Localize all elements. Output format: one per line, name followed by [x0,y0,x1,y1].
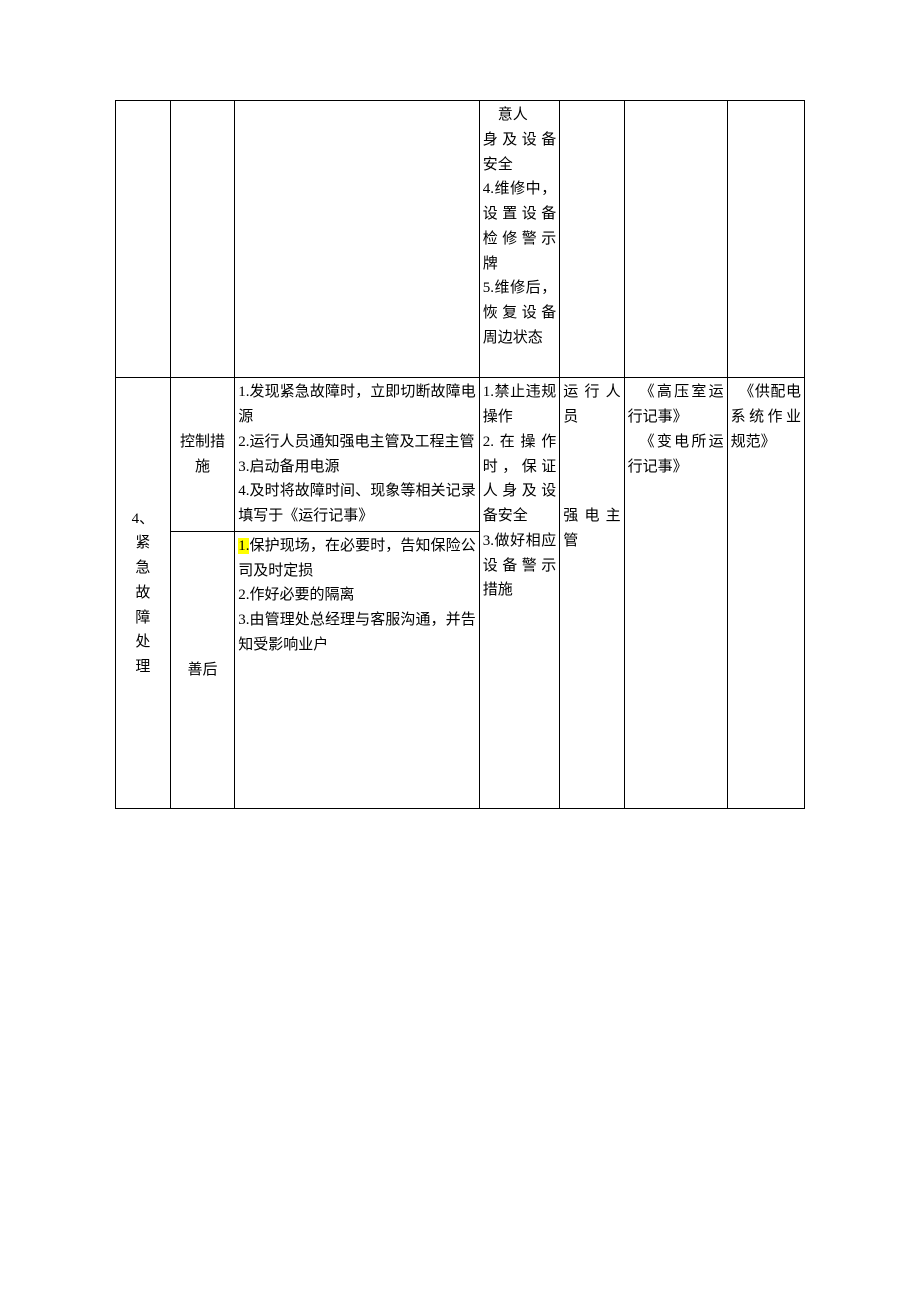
document-page: 意人身及设备安全4.维修中，设置设备检修警示牌5.维修后，恢复设备周边状态 4、… [0,0,920,1009]
cell-r2-c5: 运行人员 强电主管 [560,378,624,809]
cell-r2-c6: 《高压室运行记事》 《变电所运行记事》 [624,378,727,809]
section-number: 4、 [132,511,155,527]
role-operator: 运行人员 [563,384,620,425]
r1c4-indent: 意人 [483,103,557,128]
table-row: 意人身及设备安全4.维修中，设置设备检修警示牌5.维修后，恢复设备周边状态 [116,101,805,378]
cell-r2-c7: 《供配电系统作业规范》 [727,378,804,809]
cell-r2b-c3: 1.保护现场，在必要时，告知保险公司及时定损2.作好必要的隔离3.由管理处总经理… [235,531,480,808]
cell-r2b-c2: 善后 [170,531,234,808]
cell-r1-c3 [235,101,480,378]
cell-r2-c1: 4、 紧 急 故 障 处 理 [116,378,171,809]
cell-r1-c5 [560,101,624,378]
cell-r1-c2 [170,101,234,378]
role-supervisor: 强电主管 [563,508,620,549]
cell-r1-c6 [624,101,727,378]
doc-ref-a: 《高压室运行记事》 [628,384,724,425]
cell-r2-c4: 1.禁止违规操作2.在操作时，保证人身及设备安全3.做好相应设备警示措施 [479,378,560,809]
cell-r1-c4: 意人身及设备安全4.维修中，设置设备检修警示牌5.维修后，恢复设备周边状态 [479,101,560,378]
std-ref: 《供配电系统作业规范》 [731,384,801,450]
cell-r2a-c3: 1.发现紧急故障时，立即切断故障电源2.运行人员通知强电主管及工程主管3.启动备… [235,378,480,532]
highlight-prefix: 1. [238,538,249,554]
cell-r1-c1 [116,101,171,378]
cell-r1-c7 [727,101,804,378]
table-row: 4、 紧 急 故 障 处 理 控制措施 1.发现紧急故障时，立即切断故障电源2.… [116,378,805,532]
cell-r2a-c2: 控制措施 [170,378,234,532]
main-table: 意人身及设备安全4.维修中，设置设备检修警示牌5.维修后，恢复设备周边状态 4、… [115,100,805,809]
section-title-vertical: 紧 急 故 障 处 理 [119,531,167,680]
doc-ref-b: 《变电所运行记事》 [628,434,724,475]
